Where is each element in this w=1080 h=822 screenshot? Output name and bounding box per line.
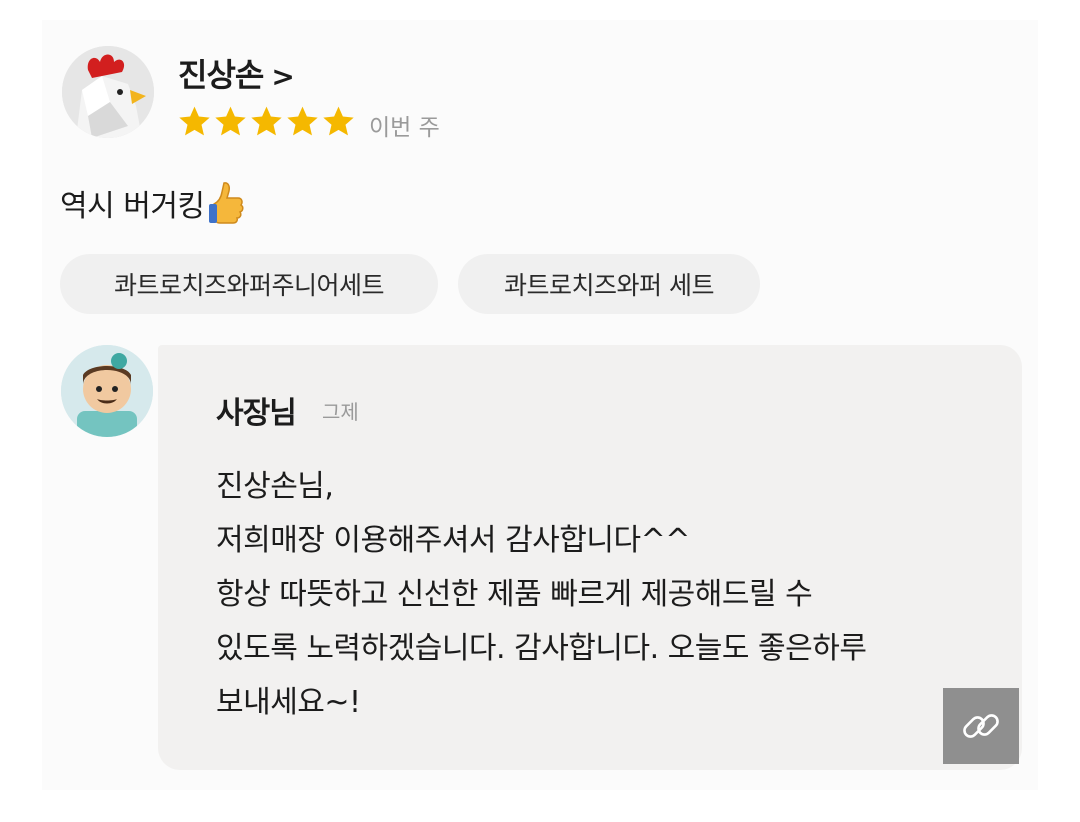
review-text: 역시 버거킹 [60,180,245,225]
star-icon [287,106,318,136]
reply-line: 있도록 노력하겠습니다. 감사합니다. 오늘도 좋은하루 [216,631,867,666]
review-time: 이번 주 [369,115,440,141]
owner-avatar [61,345,153,437]
owner-reply-text: 진상손님, 저희매장 이용해주셔서 감사합니다^^ 항상 따뜻하고 신선한 제품… [216,460,956,730]
chevron-right-icon: > [271,60,294,93]
star-icon [215,106,246,136]
review-text-content: 역시 버거킹 [60,189,205,224]
star-rating [177,104,356,139]
reply-line: 저희매장 이용해주셔서 감사합니다^^ [216,523,690,558]
reviewer-name-link[interactable]: 진상손 > [178,50,295,96]
link-icon [963,714,999,738]
owner-reply-time: 그제 [322,400,359,424]
menu-chip[interactable]: 콰트로치즈와퍼 세트 [458,254,760,314]
copy-link-button[interactable] [943,688,1019,764]
reviewer-avatar[interactable] [62,46,154,138]
reply-line: 진상손님, [216,469,334,504]
thumbs-up-icon [208,180,245,224]
reviewer-name: 진상손 [178,56,264,94]
reply-line: 보내세요~! [216,685,361,720]
menu-chip[interactable]: 콰트로치즈와퍼주니어세트 [60,254,438,314]
owner-reply-author: 사장님 [216,396,297,431]
star-icon [251,106,282,136]
reply-line: 항상 따뜻하고 신선한 제품 빠르게 제공해드릴 수 [216,577,813,612]
star-icon [323,106,354,136]
star-icon [179,106,210,136]
